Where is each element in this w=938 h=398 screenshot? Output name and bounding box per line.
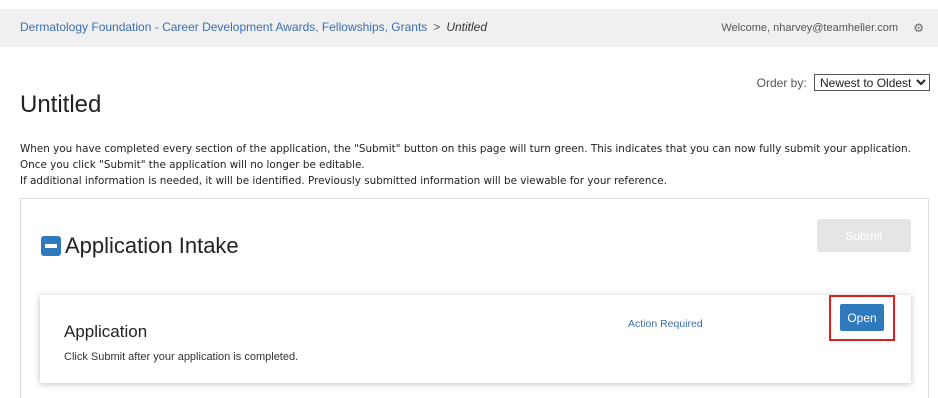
- section-title: Application Intake: [65, 233, 239, 258]
- submit-button[interactable]: Submit: [817, 219, 911, 252]
- application-intake-panel: Application Intake Submit Application Cl…: [20, 198, 929, 398]
- card-description: Click Submit after your application is c…: [64, 351, 299, 363]
- application-card: Application Click Submit after your appl…: [40, 295, 911, 383]
- open-button-highlight: Open: [829, 295, 895, 341]
- instructions-line-2: If additional information is needed, it …: [20, 175, 667, 187]
- status-badge: Action Required: [628, 318, 703, 330]
- gear-icon[interactable]: ⚙: [913, 21, 924, 35]
- card-title: Application: [64, 322, 148, 341]
- breadcrumb: Dermatology Foundation - Career Developm…: [20, 20, 487, 34]
- order-by-label: Order by:: [756, 76, 807, 90]
- open-button[interactable]: Open: [840, 304, 884, 331]
- top-bar: Dermatology Foundation - Career Developm…: [0, 9, 938, 47]
- welcome-text: Welcome, nharvey@teamheller.com: [721, 22, 898, 34]
- page-title: Untitled: [20, 91, 102, 118]
- order-by-control: Order by: Newest to Oldest: [757, 74, 930, 91]
- collapse-icon[interactable]: [41, 236, 61, 256]
- instructions: When you have completed every section of…: [20, 141, 920, 189]
- breadcrumb-link-program[interactable]: Dermatology Foundation - Career Developm…: [20, 20, 427, 34]
- breadcrumb-separator: >: [433, 20, 441, 34]
- breadcrumb-current: Untitled: [446, 20, 487, 34]
- order-by-select[interactable]: Newest to Oldest: [814, 74, 930, 91]
- instructions-line-1: When you have completed every section of…: [20, 143, 911, 171]
